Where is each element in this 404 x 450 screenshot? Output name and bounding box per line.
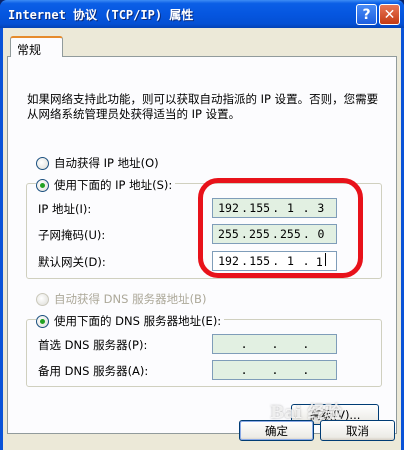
preferred-dns-label: 首选 DNS 服务器(P): — [38, 338, 148, 352]
dns-dot: . — [271, 337, 279, 351]
dns-dot: . — [302, 363, 310, 377]
close-button[interactable]: ✕ — [379, 4, 400, 25]
auto-dns-label: 自动获得 DNS 服务器地址(B) — [54, 292, 207, 306]
tab-general[interactable]: 常规 — [10, 36, 63, 57]
dns-dot: . — [240, 337, 248, 351]
manual-ip-radio[interactable] — [36, 178, 49, 192]
preferred-dns-input[interactable]: . . . — [212, 334, 337, 354]
description-text: 如果网络支持此功能，则可以获取自动指派的 IP 设置。否则，您需要从网络系统管理… — [27, 92, 379, 121]
default-gateway-label: 默认网关(D): — [38, 255, 106, 269]
ip-address-label: IP 地址(I): — [38, 202, 92, 216]
auto-dns-option[interactable]: 自动获得 DNS 服务器地址(B) — [36, 291, 206, 307]
manual-dns-option[interactable]: 使用下面的 DNS 服务器地址(E): — [36, 313, 225, 329]
cancel-button[interactable]: 取消 — [320, 420, 395, 441]
tcpip-properties-window: Internet 协议 (TCP/IP) 属性 ? ✕ 常规 如果网络支持此功能… — [0, 0, 404, 450]
close-icon: ✕ — [383, 6, 396, 23]
help-icon: ? — [362, 6, 371, 23]
alternate-dns-input[interactable]: . . . — [212, 360, 337, 380]
manual-ip-option[interactable]: 使用下面的 IP 地址(S): — [36, 177, 176, 193]
title-bar[interactable]: Internet 协议 (TCP/IP) 属性 ? ✕ — [0, 0, 404, 28]
highlight-circle — [198, 178, 363, 278]
manual-dns-radio[interactable] — [36, 314, 49, 328]
help-button[interactable]: ? — [356, 4, 377, 25]
auto-ip-option[interactable]: 自动获得 IP 地址(O) — [36, 155, 159, 171]
dns-dot: . — [240, 363, 248, 377]
dialog-body: 常规 如果网络支持此功能，则可以获取自动指派的 IP 设置。否则，您需要从网络系… — [3, 28, 401, 450]
manual-ip-label: 使用下面的 IP 地址(S): — [54, 178, 173, 192]
manual-dns-label: 使用下面的 DNS 服务器地址(E): — [54, 314, 222, 328]
window-title: Internet 协议 (TCP/IP) 属性 — [8, 8, 194, 22]
auto-ip-label: 自动获得 IP 地址(O) — [54, 156, 159, 170]
ok-button[interactable]: 确定 — [239, 420, 314, 441]
subnet-mask-label: 子网掩码(U): — [38, 228, 106, 242]
dns-dot: . — [302, 337, 310, 351]
dns-dot: . — [271, 363, 279, 377]
alternate-dns-label: 备用 DNS 服务器(A): — [38, 364, 149, 378]
auto-ip-radio[interactable] — [36, 156, 49, 170]
watermark-logo: Bai 经验 — [270, 403, 342, 423]
auto-dns-radio[interactable] — [36, 292, 49, 306]
